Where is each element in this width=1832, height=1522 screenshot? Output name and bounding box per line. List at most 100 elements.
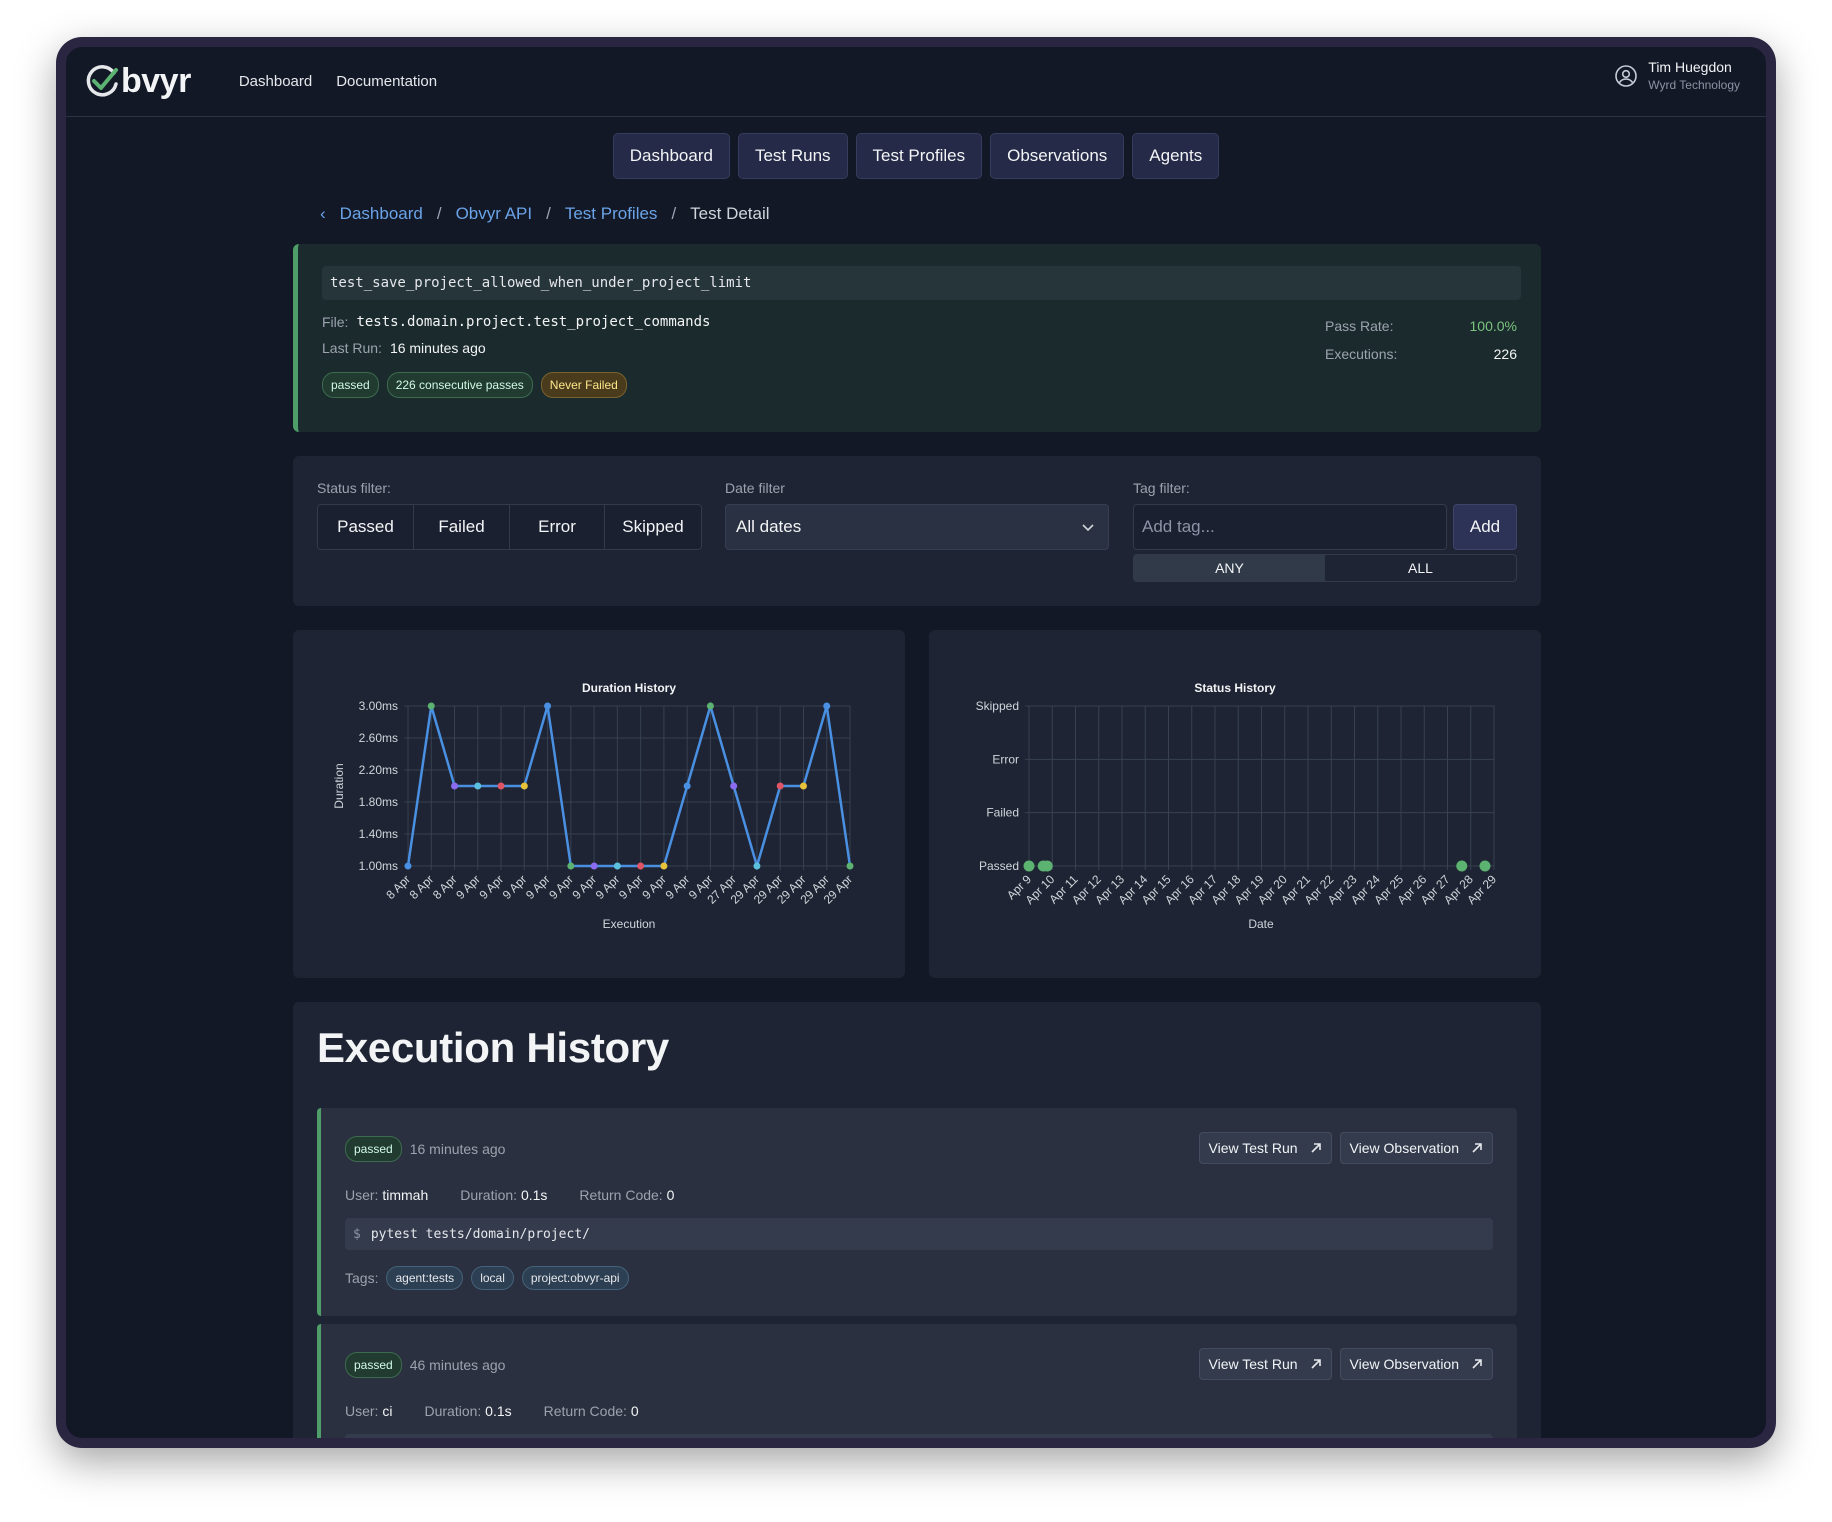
tag-chip[interactable]: local bbox=[471, 1266, 514, 1290]
view-observation-button[interactable]: View Observation bbox=[1339, 1348, 1493, 1380]
user-value: ci bbox=[382, 1403, 393, 1419]
tab-agents[interactable]: Agents bbox=[1132, 133, 1220, 179]
date-filter-select[interactable]: All dates bbox=[725, 504, 1109, 550]
user-menu[interactable]: Tim Huegdon Wyrd Technology bbox=[1614, 59, 1740, 92]
tab-test-profiles[interactable]: Test Profiles bbox=[855, 133, 983, 179]
execution-user: User: timmah bbox=[345, 1187, 428, 1203]
logo[interactable]: bvyr bbox=[84, 62, 191, 101]
x-tick-label: 9 Apr bbox=[546, 872, 576, 902]
chart-title: Duration History bbox=[582, 681, 676, 695]
file-path: tests.domain.project.test_project_comman… bbox=[356, 314, 711, 330]
duration-label: Duration: bbox=[460, 1187, 518, 1203]
external-link-icon bbox=[1310, 1359, 1321, 1369]
y-tick-label: 1.00ms bbox=[359, 859, 398, 873]
breadcrumb-dashboard[interactable]: Dashboard bbox=[340, 204, 423, 224]
filters-card: Status filter: Passed Failed Error Skipp… bbox=[293, 456, 1541, 606]
x-tick-label: 9 Apr bbox=[476, 872, 506, 902]
status-filter-passed[interactable]: Passed bbox=[318, 505, 414, 549]
x-axis-label: Execution bbox=[603, 917, 656, 931]
status-badges: passed 226 consecutive passes Never Fail… bbox=[322, 372, 1521, 398]
date-filter-group: Date filter All dates bbox=[725, 480, 1109, 550]
x-tick-label: 9 Apr bbox=[523, 872, 553, 902]
x-tick-label: 9 Apr bbox=[663, 872, 693, 902]
last-run-label: Last Run: bbox=[322, 340, 382, 356]
status-filter-failed[interactable]: Failed bbox=[414, 505, 510, 549]
executions-value: 226 bbox=[1493, 346, 1517, 362]
tab-test-runs[interactable]: Test Runs bbox=[737, 133, 848, 179]
status-filter-buttons: Passed Failed Error Skipped bbox=[317, 504, 702, 550]
data-point bbox=[497, 782, 505, 790]
prompt-symbol: $ bbox=[353, 1226, 361, 1242]
tab-observations[interactable]: Observations bbox=[990, 133, 1125, 179]
status-filter-label: Status filter: bbox=[317, 480, 391, 496]
breadcrumb: ‹ Dashboard / Obvyr API / Test Profiles … bbox=[320, 204, 770, 224]
tab-dashboard[interactable]: Dashboard bbox=[612, 133, 730, 179]
never-failed-badge: Never Failed bbox=[540, 372, 627, 398]
top-bar: bvyr Dashboard Documentation Tim Huegdon… bbox=[66, 47, 1766, 117]
data-point bbox=[427, 702, 435, 710]
tag-match-all[interactable]: ALL bbox=[1325, 555, 1516, 581]
topnav-dashboard-link[interactable]: Dashboard bbox=[239, 73, 312, 90]
view-test-run-button[interactable]: View Test Run bbox=[1198, 1132, 1332, 1164]
data-point bbox=[637, 862, 645, 870]
return-code-value: 0 bbox=[630, 1403, 639, 1419]
x-tick-label: 8 Apr bbox=[407, 872, 437, 902]
data-point bbox=[404, 862, 412, 870]
duration-chart: Duration History 1.00ms 1.40ms 1.80ms 2.20ms… bbox=[332, 681, 855, 931]
breadcrumb-obvyr-api[interactable]: Obvyr API bbox=[456, 204, 533, 224]
view-test-run-button[interactable]: View Test Run bbox=[1198, 1348, 1332, 1380]
x-tick-label: 9 Apr bbox=[500, 872, 530, 902]
execution-history-title: Execution History bbox=[317, 1024, 669, 1071]
tag-input[interactable]: Add tag... bbox=[1133, 504, 1447, 550]
data-point bbox=[776, 782, 784, 790]
y-tick-label: 1.40ms bbox=[359, 827, 398, 841]
y-tick-label: 3.00ms bbox=[359, 699, 398, 713]
test-summary-card: test_save_project_allowed_when_under_pro… bbox=[293, 244, 1541, 432]
execution-return-code: Return Code: 0 bbox=[544, 1403, 639, 1419]
pass-rate-value: 100.0% bbox=[1469, 318, 1517, 334]
app-screen: bvyr Dashboard Documentation Tim Huegdon… bbox=[66, 47, 1766, 1438]
tag-match-any[interactable]: ANY bbox=[1134, 555, 1325, 581]
add-tag-button[interactable]: Add bbox=[1453, 504, 1517, 550]
execution-command: $ pytest tests/domain/project/ bbox=[345, 1218, 1493, 1250]
consecutive-passes-badge: 226 consecutive passes bbox=[386, 372, 533, 398]
date-filter-label: Date filter bbox=[725, 480, 785, 496]
section-tabs: Dashboard Test Runs Test Profiles Observ… bbox=[66, 133, 1766, 179]
data-point bbox=[590, 862, 598, 870]
execution-command: $ pytest bbox=[345, 1434, 1493, 1438]
data-point bbox=[683, 782, 691, 790]
check-circle-logo-icon bbox=[86, 64, 118, 97]
data-point bbox=[753, 862, 761, 870]
duration-value: 0.1s bbox=[520, 1187, 548, 1203]
data-point bbox=[706, 702, 714, 710]
status-point bbox=[1041, 860, 1053, 872]
execution-status-badge: passed bbox=[345, 1136, 402, 1162]
tag-filter-group: Tag filter: Add tag... Add ANY ALL bbox=[1133, 480, 1517, 582]
x-tick-label: 8 Apr bbox=[430, 872, 460, 902]
data-point bbox=[567, 862, 575, 870]
breadcrumb-test-profiles[interactable]: Test Profiles bbox=[565, 204, 658, 224]
y-tick-label: Error bbox=[992, 752, 1019, 766]
status-chart: Status HistoryPassedFailedErrorSkippedAp… bbox=[976, 681, 1500, 931]
user-org: Wyrd Technology bbox=[1648, 78, 1740, 92]
user-value: timmah bbox=[382, 1187, 429, 1203]
topnav-documentation-link[interactable]: Documentation bbox=[336, 73, 437, 90]
return-code-value: 0 bbox=[666, 1187, 675, 1203]
breadcrumb-back-icon[interactable]: ‹ bbox=[320, 204, 326, 224]
y-tick-label: Passed bbox=[979, 859, 1019, 873]
chevron-down-icon bbox=[1082, 524, 1094, 532]
status-filter-skipped[interactable]: Skipped bbox=[605, 505, 701, 549]
command-text: pytest tests/domain/project/ bbox=[370, 1226, 590, 1242]
execution-entry: passed 16 minutes ago View Test Run View… bbox=[317, 1108, 1517, 1316]
status-filter-error[interactable]: Error bbox=[510, 505, 605, 549]
x-tick-label: 9 Apr bbox=[593, 872, 623, 902]
pass-rate-label: Pass Rate: bbox=[1325, 318, 1394, 334]
tag-chip[interactable]: project:obvyr-api bbox=[521, 1266, 629, 1290]
tag-filter-label: Tag filter: bbox=[1133, 480, 1190, 496]
user-label: User: bbox=[345, 1403, 379, 1419]
data-point bbox=[660, 862, 668, 870]
breadcrumb-separator: / bbox=[671, 204, 677, 223]
tag-chip[interactable]: agent:tests bbox=[386, 1266, 464, 1290]
execution-time: 46 minutes ago bbox=[409, 1357, 506, 1373]
view-observation-button[interactable]: View Observation bbox=[1339, 1132, 1493, 1164]
